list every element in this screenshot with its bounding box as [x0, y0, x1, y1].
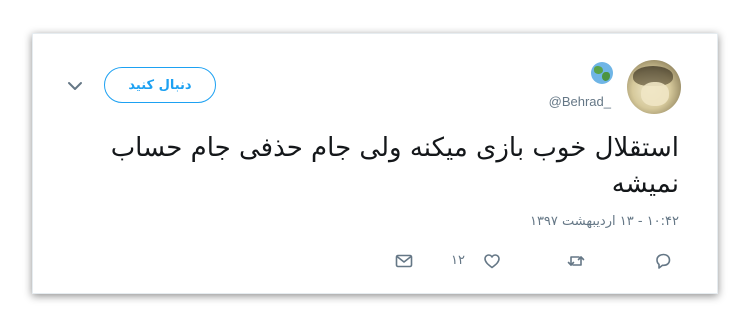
like-count: ۱۲ — [451, 253, 465, 268]
heart-icon[interactable] — [482, 251, 502, 271]
avatar-face — [641, 82, 669, 106]
reply-icon[interactable] — [653, 251, 673, 271]
tweet-text: استقلال خوب بازی میکنه ولی جام حذفی جام … — [110, 133, 679, 199]
user-handle[interactable]: @Behrad_ — [549, 94, 611, 109]
tweet-timestamp[interactable]: ۱۰:۴۲ - ۱۳ اردیبهشت ۱۳۹۷ — [530, 214, 679, 229]
mail-icon[interactable] — [394, 251, 414, 271]
avatar[interactable] — [627, 60, 681, 114]
follow-button[interactable]: دنبال کنید — [104, 67, 216, 103]
tweet-card: @Behrad_ دنبال کنید استقلال خوب بازی میک… — [32, 33, 718, 294]
retweet-icon[interactable] — [566, 251, 586, 271]
globe-icon — [591, 62, 613, 84]
chevron-down-icon[interactable] — [66, 80, 84, 92]
